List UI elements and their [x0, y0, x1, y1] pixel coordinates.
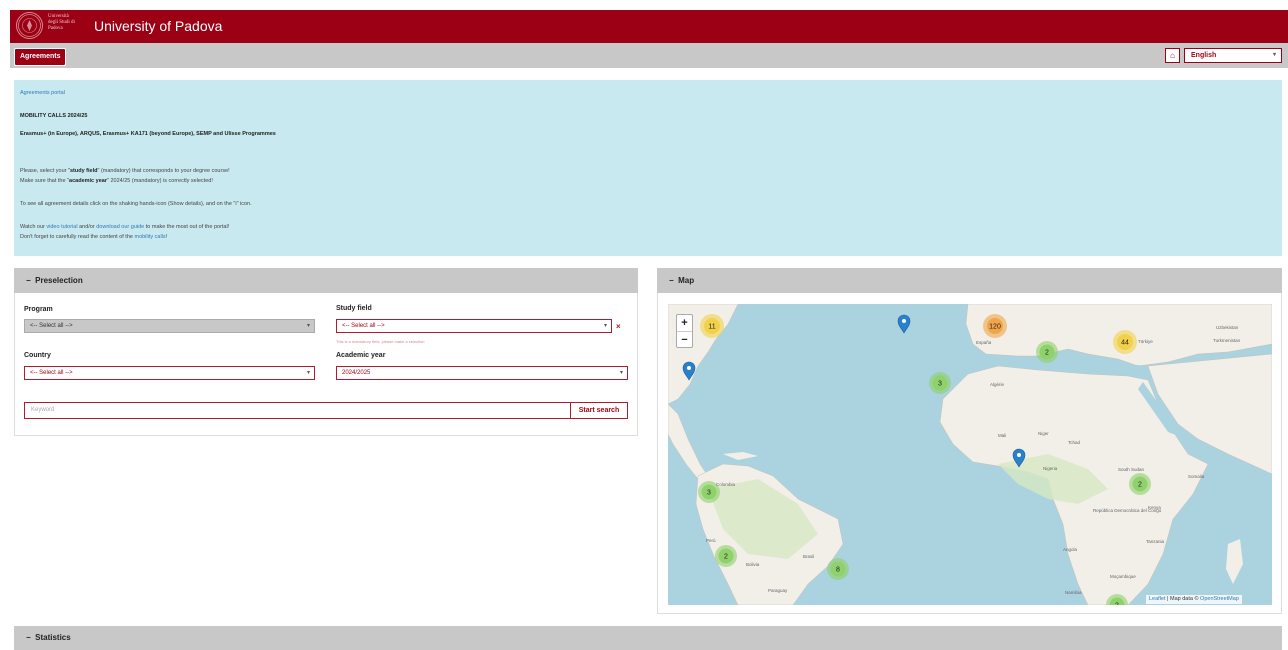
svg-text:2: 2: [1115, 603, 1119, 606]
academic-year-select[interactable]: 2024/2025 ▾: [336, 366, 628, 380]
instruction-study-field: Please, select your "study field" (manda…: [20, 168, 230, 174]
svg-text:República Democrática del Cong: República Democrática del Congo: [1093, 508, 1162, 513]
zoom-out-button[interactable]: −: [677, 331, 692, 348]
map-attribution: Leaflet | Map data © OpenStreetMap: [1146, 595, 1242, 604]
svg-text:120: 120: [989, 324, 1001, 331]
download-guide-link[interactable]: download our guide: [96, 224, 144, 230]
map-header[interactable]: − Map: [657, 268, 1282, 293]
calls-title: MOBILITY CALLS 2024/25: [20, 113, 88, 119]
chevron-down-icon: ▾: [306, 323, 310, 329]
instruction-tutorial: Watch our video tutorial and/or download…: [20, 224, 230, 230]
svg-text:11: 11: [708, 324, 715, 331]
agreements-button[interactable]: Agreements: [14, 48, 67, 66]
svg-text:3: 3: [938, 381, 942, 388]
chevron-down-icon: ▾: [1272, 52, 1276, 58]
map-cluster[interactable]: 44: [1113, 330, 1137, 354]
start-search-button[interactable]: Start search: [570, 402, 628, 419]
instruction-calls: Don't forget to carefully read the conte…: [20, 234, 168, 240]
study-field-value: <-- Select all -->: [342, 323, 385, 329]
svg-text:44: 44: [1121, 340, 1129, 347]
map-cluster[interactable]: 2: [1036, 341, 1058, 363]
academic-year-label: Academic year: [336, 352, 386, 359]
navbar: Agreements ⌂ English ▾: [10, 43, 1288, 68]
svg-text:Tanzania: Tanzania: [1146, 539, 1165, 544]
academic-year-value: 2024/2025: [342, 370, 371, 376]
svg-text:Moçambique: Moçambique: [1110, 574, 1136, 579]
country-label: Country: [24, 352, 51, 359]
map-cluster[interactable]: 3: [929, 372, 951, 394]
svg-text:Mali: Mali: [998, 433, 1006, 438]
svg-text:2: 2: [1138, 482, 1142, 489]
svg-text:Turkmenistan: Turkmenistan: [1213, 338, 1241, 343]
svg-text:España: España: [976, 340, 992, 345]
world-map[interactable]: 11 120 44 2 3 3 2 2 8 2 España Algérie M…: [668, 304, 1272, 605]
openstreetmap-link[interactable]: OpenStreetMap: [1200, 596, 1239, 602]
program-select[interactable]: <-- Select all --> ▾: [24, 319, 315, 333]
svg-text:Brasil: Brasil: [803, 554, 814, 559]
map-title: − Map: [669, 276, 695, 285]
keyword-input[interactable]: Keyword: [24, 402, 571, 419]
instruction-academic-year: Make sure that the "academic year" 2024/…: [20, 178, 213, 184]
programmes-text: Erasmus+ (in Europe), ARQUS, Erasmus+ KA…: [20, 131, 276, 137]
svg-text:Nigeria: Nigeria: [1043, 466, 1058, 471]
map-cluster[interactable]: 8: [827, 558, 849, 580]
agreements-portal-link[interactable]: Agreements portal: [20, 90, 65, 96]
instruction-details: To see all agreement details click on th…: [20, 201, 252, 207]
chevron-down-icon: ▾: [603, 323, 607, 329]
video-tutorial-link[interactable]: video tutorial: [46, 224, 77, 230]
svg-text:South Sudan: South Sudan: [1118, 467, 1145, 472]
study-field-select[interactable]: <-- Select all --> ▾: [336, 319, 612, 333]
svg-text:Tchad: Tchad: [1068, 440, 1081, 445]
svg-text:Angola: Angola: [1063, 547, 1078, 552]
map-zoom-control: + −: [676, 314, 693, 348]
svg-text:Bolivia: Bolivia: [746, 562, 760, 567]
statistics-title: − Statistics: [26, 633, 71, 642]
zoom-in-button[interactable]: +: [677, 315, 692, 331]
language-value: English: [1191, 52, 1217, 59]
language-select[interactable]: English ▾: [1184, 48, 1282, 63]
svg-text:Algérie: Algérie: [990, 382, 1005, 387]
svg-text:Namibia: Namibia: [1065, 590, 1082, 595]
study-field-error: This is a mandatory field, please make a…: [336, 339, 425, 344]
country-select[interactable]: <-- Select all --> ▾: [24, 366, 315, 380]
preselection-header[interactable]: − Preselection: [14, 268, 638, 293]
clear-icon[interactable]: ×: [616, 322, 621, 331]
svg-text:Paraguay: Paraguay: [768, 588, 788, 593]
site-header: Università degli Studi di Padova Univers…: [10, 10, 1288, 43]
svg-text:8: 8: [836, 567, 840, 574]
svg-text:Türkiye: Türkiye: [1138, 339, 1153, 344]
map-cluster[interactable]: 2: [1129, 473, 1151, 495]
university-seal-logo[interactable]: [16, 12, 43, 39]
preselection-title: − Preselection: [26, 276, 83, 285]
map-cluster[interactable]: 120: [983, 314, 1007, 338]
map-cluster[interactable]: 2: [715, 545, 737, 567]
program-value: <-- Select all -->: [30, 323, 73, 329]
mobility-calls-link[interactable]: mobility calls: [134, 234, 165, 240]
site-title[interactable]: University of Padova: [94, 18, 222, 34]
home-icon[interactable]: ⌂: [1165, 48, 1180, 63]
study-field-label: Study field: [336, 305, 372, 312]
program-label: Program: [24, 306, 53, 313]
info-box: Agreements portal MOBILITY CALLS 2024/25…: [14, 80, 1282, 256]
svg-text:Niger: Niger: [1038, 431, 1049, 436]
svg-text:2: 2: [1045, 350, 1049, 357]
statistics-header[interactable]: − Statistics: [14, 626, 1282, 650]
map-cluster[interactable]: 11: [700, 314, 724, 338]
svg-text:Uzbekistan: Uzbekistan: [1216, 325, 1239, 330]
svg-text:3: 3: [707, 490, 711, 497]
svg-text:Colombia: Colombia: [716, 482, 736, 487]
svg-text:2: 2: [724, 554, 728, 561]
leaflet-link[interactable]: Leaflet: [1149, 596, 1166, 602]
svg-text:Somalia: Somalia: [1188, 474, 1205, 479]
svg-text:Perú: Perú: [706, 538, 716, 543]
chevron-down-icon: ▾: [619, 370, 623, 376]
logo-wordmark: Università degli Studi di Padova: [48, 14, 75, 31]
chevron-down-icon: ▾: [306, 370, 310, 376]
country-value: <-- Select all -->: [30, 370, 73, 376]
